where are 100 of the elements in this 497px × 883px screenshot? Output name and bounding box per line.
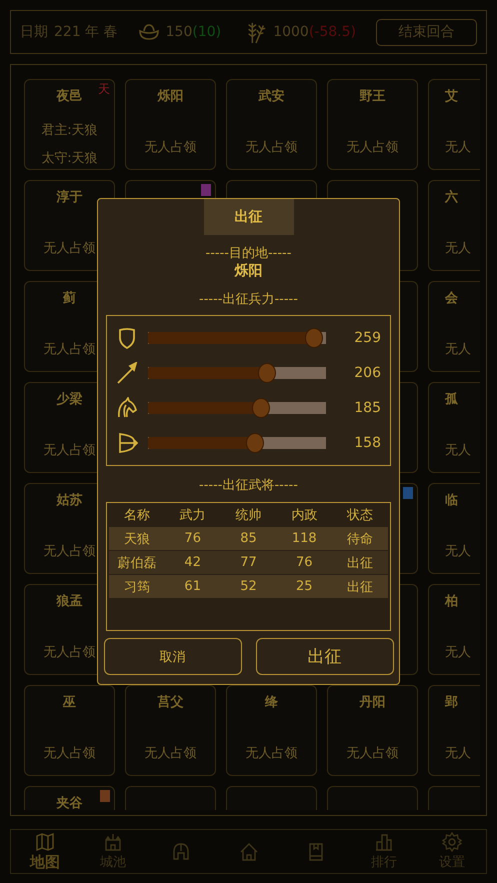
city-card[interactable]: 六 无人 <box>428 180 480 271</box>
city-owner-text: 无人 <box>445 139 471 156</box>
settings-icon <box>442 832 462 852</box>
cancel-button[interactable]: 取消 <box>104 638 242 675</box>
map-icon <box>34 832 55 852</box>
table-cell-text: 42 <box>183 555 202 570</box>
city-owner-text: 无人占领 <box>346 745 398 762</box>
city-card[interactable]: 孤 无人 <box>428 382 480 473</box>
city-card[interactable]: 夜邑 君主:天狼 太守:天狼 天 <box>24 79 115 170</box>
destination-name: 烁阳 <box>234 262 262 280</box>
city-owner-text: 无人 <box>445 644 471 661</box>
city-owner-text: 太守:天狼 <box>41 150 98 167</box>
city-owner-text: 无人 <box>445 543 471 560</box>
troop-count: 158 <box>354 435 381 452</box>
helmet-icon <box>170 842 191 862</box>
castle-icon <box>102 832 123 852</box>
city-name: 夹谷 <box>56 795 82 810</box>
city-card[interactable]: 郢 无人 <box>428 685 480 776</box>
confirm-button[interactable]: 出征 <box>256 638 394 675</box>
grain-amount: 1000(-58.5) <box>273 24 356 40</box>
slider-thumb[interactable] <box>258 362 276 383</box>
ranking-icon <box>374 832 394 852</box>
city-card[interactable]: 烁阳 无人占领 <box>125 79 216 170</box>
city-card[interactable]: 丹阳 无人占领 <box>327 685 418 776</box>
city-name: 野王 <box>360 88 386 106</box>
end-turn-button[interactable]: 结束回合 <box>376 18 477 46</box>
date-value: 221 年 春 <box>54 23 118 41</box>
table-cell-text: 77 <box>239 555 258 570</box>
table-cell-text: 出征 <box>346 578 374 596</box>
city-name: 临 <box>445 492 458 510</box>
date-label: 日期 <box>20 23 48 41</box>
city-owner-text: 无人 <box>445 442 471 459</box>
column-header: 统帅 <box>234 507 262 524</box>
dialog-title: 出征 <box>204 199 294 235</box>
city-name: 武安 <box>258 88 284 106</box>
spear-icon <box>116 362 138 384</box>
city-name: 绛 <box>265 694 278 712</box>
slider-thumb[interactable] <box>246 433 264 454</box>
table-cell-text: 118 <box>290 531 318 546</box>
general-row[interactable]: 蔚伯磊 42 77 76 出征 <box>109 550 388 575</box>
city-name: 六 <box>445 189 458 207</box>
table-cell-text: 25 <box>295 579 314 594</box>
city-card[interactable]: 巫 无人占领 <box>24 685 115 776</box>
city-name: 丹阳 <box>360 694 386 712</box>
city-card[interactable]: 绛 无人占领 <box>226 685 317 776</box>
table-cell-text: 52 <box>239 579 258 594</box>
city-card[interactable]: 柏 无人 <box>428 584 480 675</box>
ingot-icon <box>138 24 160 40</box>
city-owner-text: 无人占领 <box>44 644 96 661</box>
city-owner-text: 无人 <box>445 341 471 358</box>
horse-head-icon <box>116 397 138 420</box>
section-heading: -----目的地----- <box>206 245 292 262</box>
table-cell-text: 61 <box>183 579 202 594</box>
shield-icon <box>116 326 138 349</box>
city-name: 孤 <box>445 391 458 409</box>
city-name: 会 <box>445 290 458 308</box>
table-cell-text: 待命 <box>346 530 374 548</box>
city-card[interactable]: 夹谷 <box>24 786 115 810</box>
table-cell-text: 天狼 <box>122 530 151 548</box>
table-cell-text: 85 <box>239 531 258 546</box>
city-card[interactable]: 武安 无人占领 <box>226 79 317 170</box>
general-row[interactable]: 天狼 76 85 118 待命 <box>109 527 388 550</box>
column-header: 内政 <box>290 507 318 524</box>
nav-tab[interactable]: 地图 <box>11 830 79 873</box>
city-card[interactable]: 莒父 无人占领 <box>125 685 216 776</box>
city-owner-text: 无人占领 <box>44 341 96 358</box>
table-cell-text: 蔚伯磊 <box>116 554 158 572</box>
city-owner-text: 无人占领 <box>144 139 196 156</box>
city-name: 艾 <box>445 88 458 106</box>
city-card[interactable]: 临 无人 <box>428 483 480 574</box>
city-owner-text: 无人占领 <box>44 442 96 459</box>
section-heading: -----出征兵力----- <box>199 291 298 308</box>
city-owner-text: 君主:天狼 <box>41 122 98 139</box>
city-name: 夜邑 <box>56 88 82 106</box>
slider-thumb[interactable] <box>252 398 270 418</box>
column-header: 名称 <box>122 507 151 524</box>
table-cell-text: 76 <box>183 531 202 546</box>
city-card[interactable]: 艾 无人 <box>428 79 480 170</box>
general-row[interactable]: 习筠 61 52 25 出征 <box>109 575 388 598</box>
faction-tag: 天 <box>98 83 110 95</box>
money-amount: 150(10) <box>166 24 222 40</box>
city-owner-text: 无人占领 <box>246 745 298 762</box>
bow-icon <box>116 432 138 454</box>
city-owner-text: 无人占领 <box>44 745 96 762</box>
slider-thumb[interactable] <box>304 328 323 348</box>
city-card[interactable]: 会 无人 <box>428 281 480 372</box>
city-card[interactable]: 野王 无人占领 <box>327 79 418 170</box>
nav-label: 地图 <box>30 852 60 872</box>
table-cell-text: 出征 <box>346 554 374 572</box>
troop-count: 206 <box>354 364 381 381</box>
table-cell-text: 习筠 <box>122 578 151 596</box>
city-owner-text: 无人占领 <box>44 240 96 257</box>
troop-count: 259 <box>354 330 381 346</box>
city-name: 蓟 <box>63 290 76 308</box>
city-owner-text: 无人占领 <box>144 745 196 762</box>
column-header: 武力 <box>178 507 207 524</box>
city-name: 狼孟 <box>56 593 82 611</box>
city-owner-text: 无人 <box>445 240 471 257</box>
section-heading: -----出征武将----- <box>199 477 298 494</box>
city-name: 淳于 <box>56 189 82 207</box>
